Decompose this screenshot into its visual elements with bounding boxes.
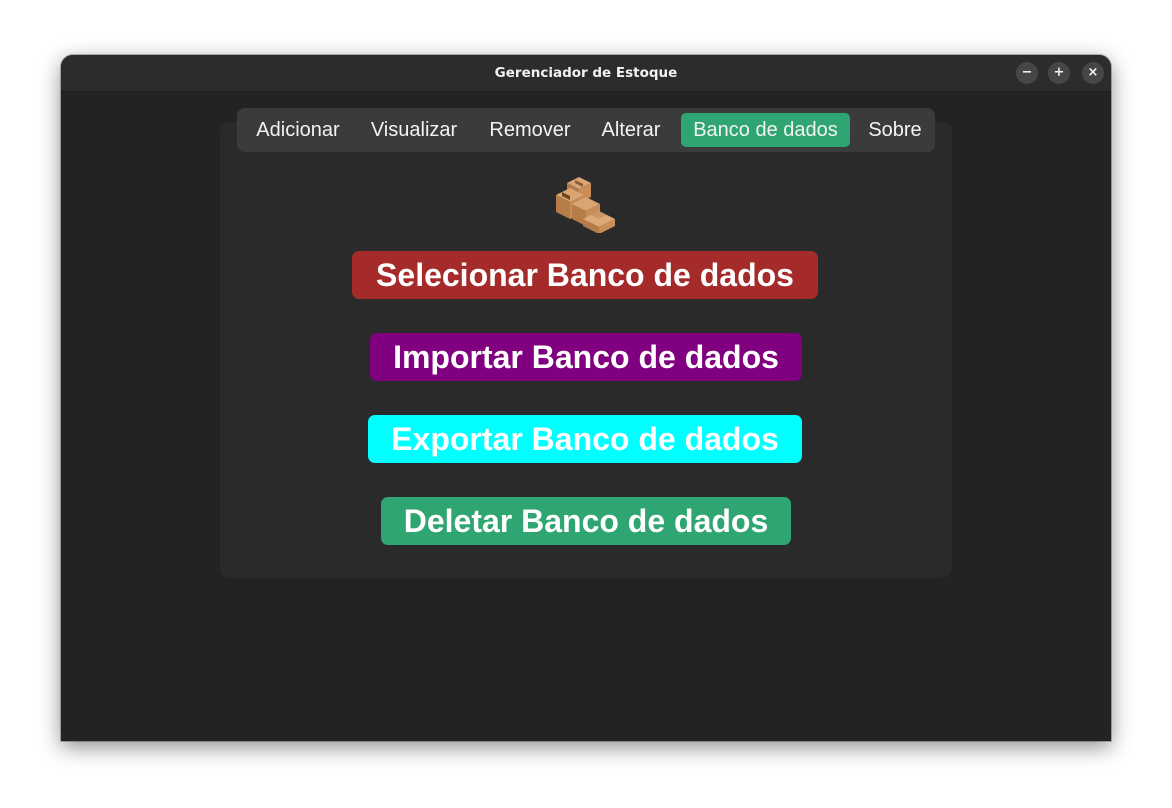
app-window: Gerenciador de Estoque − + × Adicionar V… (61, 55, 1111, 741)
import-database-button[interactable]: Importar Banco de dados (370, 333, 802, 381)
tab-alterar[interactable]: Alterar (591, 113, 671, 147)
window-title: Gerenciador de Estoque (494, 65, 678, 81)
tab-banco-de-dados[interactable]: Banco de dados (681, 113, 850, 147)
export-database-button[interactable]: Exportar Banco de dados (368, 415, 802, 463)
maximize-button[interactable]: + (1048, 62, 1070, 84)
tab-visualizar[interactable]: Visualizar (361, 113, 467, 147)
select-database-button[interactable]: Selecionar Banco de dados (352, 251, 818, 299)
tab-adicionar[interactable]: Adicionar (242, 113, 354, 147)
minimize-button[interactable]: − (1016, 62, 1038, 84)
title-bar[interactable]: Gerenciador de Estoque − + × (61, 55, 1111, 92)
close-button[interactable]: × (1082, 62, 1104, 84)
tab-remover[interactable]: Remover (479, 113, 581, 147)
delete-database-button[interactable]: Deletar Banco de dados (381, 497, 791, 545)
tab-bar: Adicionar Visualizar Remover Alterar Ban… (237, 108, 935, 152)
tab-sobre[interactable]: Sobre (860, 113, 930, 147)
package-boxes-icon (556, 177, 615, 233)
